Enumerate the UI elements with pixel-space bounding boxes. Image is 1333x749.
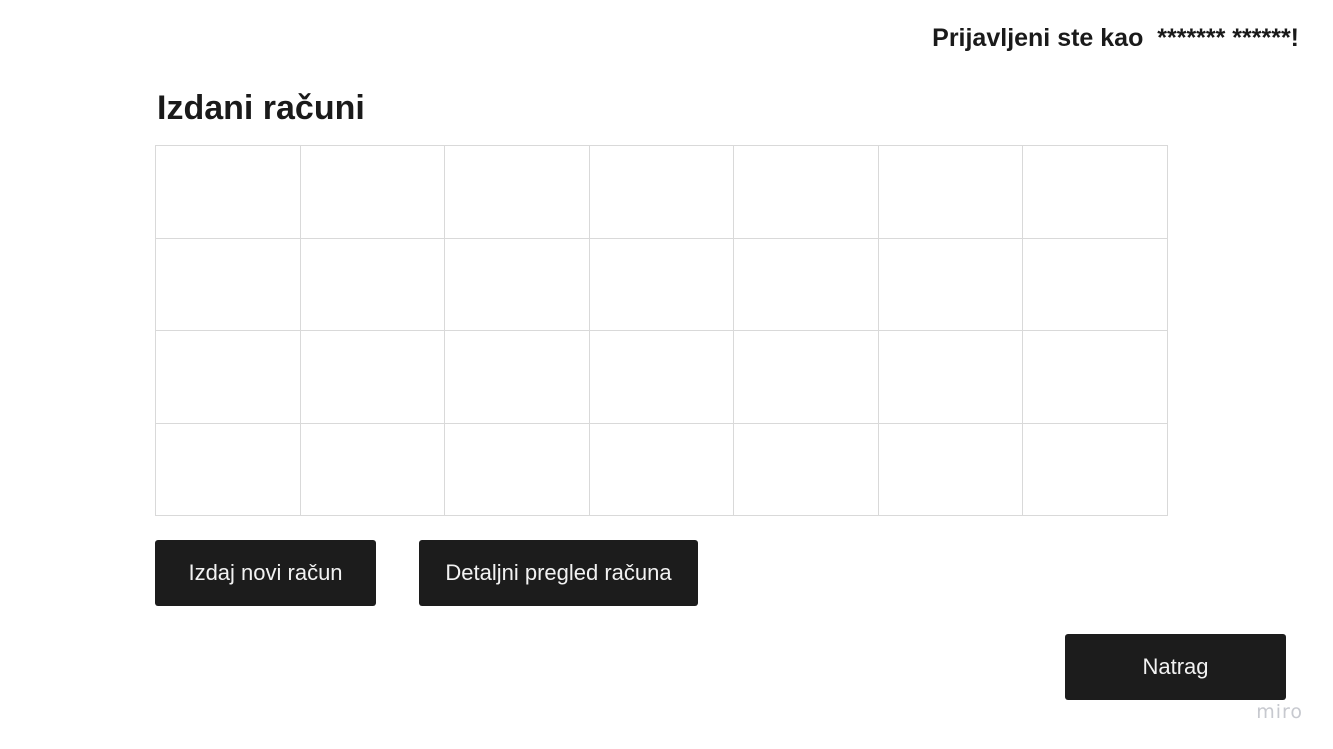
- table-row[interactable]: [155, 237, 1168, 331]
- table-cell: [588, 422, 735, 516]
- table-cell: [155, 422, 301, 516]
- table-cell: [299, 237, 446, 331]
- table-cell: [588, 237, 735, 331]
- back-button[interactable]: Natrag: [1065, 634, 1286, 700]
- table-row[interactable]: [155, 422, 1168, 516]
- invoice-detail-view-button[interactable]: Detaljni pregled računa: [419, 540, 698, 606]
- table-cell: [1022, 422, 1168, 516]
- table-cell: [444, 330, 590, 424]
- table-cell: [299, 330, 446, 424]
- table-cell: [155, 145, 301, 239]
- table-cell: [1022, 237, 1168, 331]
- table-cell: [733, 145, 879, 239]
- issue-new-invoice-button[interactable]: Izdaj novi račun: [155, 540, 376, 606]
- table-cell: [877, 330, 1024, 424]
- logged-in-user-greeting: Prijavljeni ste kao ******* ******!: [932, 24, 1299, 52]
- table-cell: [877, 237, 1024, 331]
- table-cell: [155, 237, 301, 331]
- table-cell: [877, 145, 1024, 239]
- table-cell: [877, 422, 1024, 516]
- table-row[interactable]: [155, 145, 1168, 239]
- table-cell: [733, 422, 879, 516]
- table-cell: [444, 422, 590, 516]
- table-cell: [1022, 145, 1168, 239]
- table-cell: [444, 237, 590, 331]
- table-cell: [299, 422, 446, 516]
- table-row[interactable]: [155, 330, 1168, 424]
- table-cell: [588, 330, 735, 424]
- table-cell: [733, 237, 879, 331]
- table-cell: [588, 145, 735, 239]
- table-cell: [299, 145, 446, 239]
- table-cell: [733, 330, 879, 424]
- page-title: Izdani računi: [157, 89, 365, 127]
- table-cell: [1022, 330, 1168, 424]
- table-cell: [155, 330, 301, 424]
- miro-watermark: miro: [1256, 701, 1303, 723]
- table-cell: [444, 145, 590, 239]
- invoices-table: [155, 145, 1168, 516]
